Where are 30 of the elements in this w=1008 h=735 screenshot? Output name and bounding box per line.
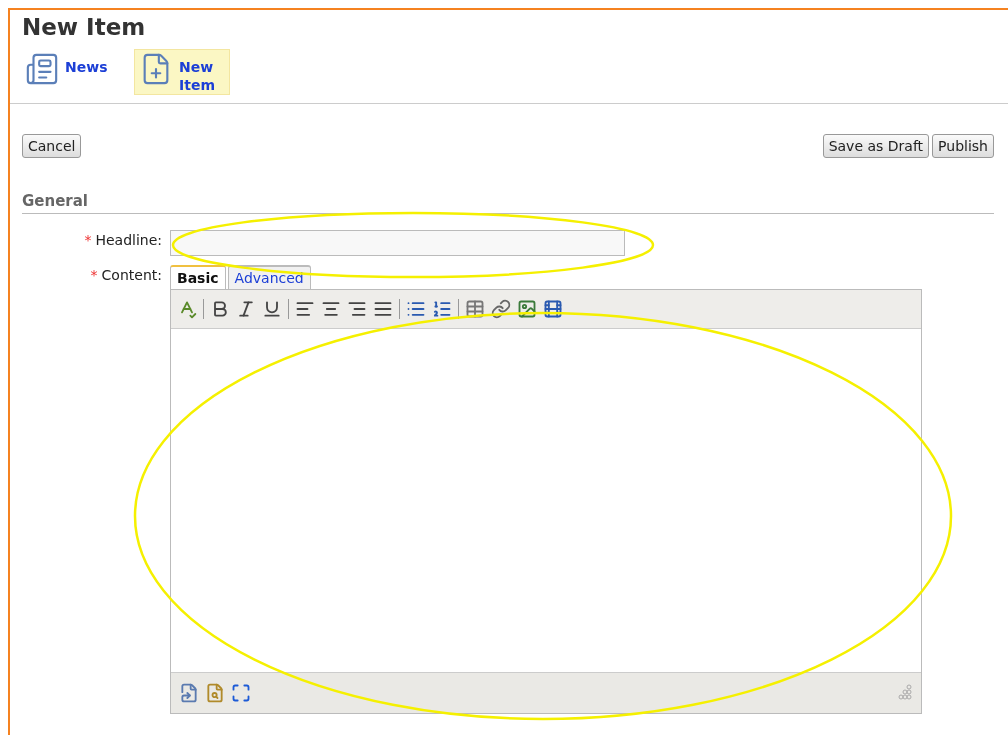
nav-item[interactable]: New Item [134, 49, 230, 95]
document-icon[interactable] [179, 683, 199, 703]
italic-icon[interactable] [236, 299, 256, 319]
nav-item[interactable]: News [20, 49, 122, 95]
media-icon[interactable] [543, 299, 563, 319]
section-title: General [22, 192, 88, 210]
fullscreen-icon[interactable] [231, 683, 251, 703]
required-asterisk: * [90, 266, 98, 285]
numbered-list-icon[interactable] [432, 299, 452, 319]
required-asterisk: * [84, 231, 92, 250]
align-left-icon[interactable] [295, 299, 315, 319]
align-center-icon[interactable] [321, 299, 341, 319]
headline-input[interactable] [170, 230, 625, 256]
page-title: New Item [22, 14, 147, 40]
editor-tab[interactable]: Basic [170, 265, 226, 289]
bullet-list-icon[interactable] [406, 299, 426, 319]
link-icon[interactable] [491, 299, 511, 319]
field-label: Headline: [95, 231, 162, 250]
field-label: Content: [101, 266, 162, 285]
editor-tab[interactable]: Advanced [227, 265, 311, 289]
newspaper-icon [25, 52, 59, 86]
align-right-icon[interactable] [347, 299, 367, 319]
preview-icon[interactable] [205, 683, 225, 703]
align-justify-icon[interactable] [373, 299, 393, 319]
save-draft-button[interactable]: Save as Draft [822, 134, 930, 158]
table-icon[interactable] [465, 299, 485, 319]
underline-icon[interactable] [262, 299, 282, 319]
publish-button[interactable]: Publish [932, 134, 994, 158]
image-icon[interactable] [517, 299, 537, 319]
cancel-button[interactable]: Cancel [22, 134, 82, 158]
